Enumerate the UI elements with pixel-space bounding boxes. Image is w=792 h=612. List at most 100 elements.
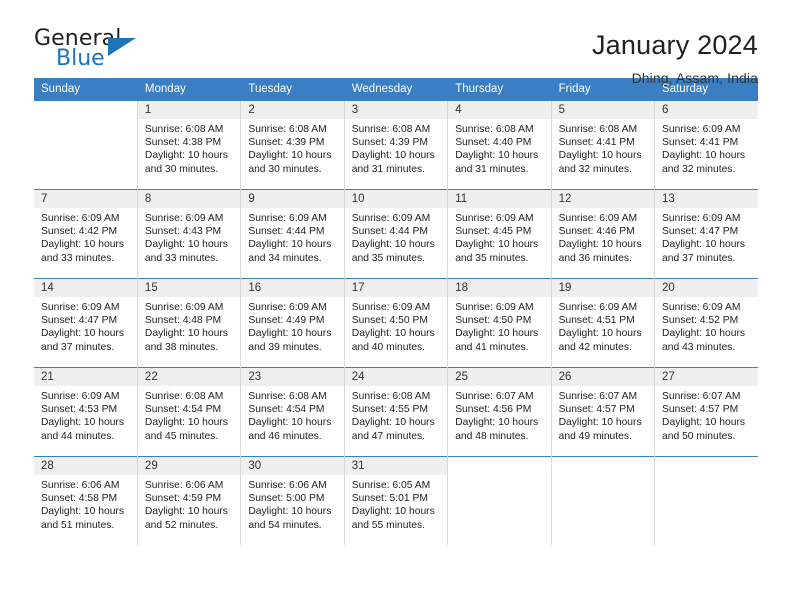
day-details: Sunrise: 6:09 AM Sunset: 4:41 PM Dayligh… [655, 119, 758, 189]
day-details: Sunrise: 6:06 AM Sunset: 4:59 PM Dayligh… [138, 475, 240, 545]
sunrise-text: Sunrise: 6:07 AM [558, 391, 638, 402]
day-cell[interactable]: 23 Sunrise: 6:08 AM Sunset: 4:54 PM Dayl… [240, 367, 345, 457]
day-details: Sunrise: 6:09 AM Sunset: 4:43 PM Dayligh… [138, 208, 240, 278]
day-cell[interactable]: 26 Sunrise: 6:07 AM Sunset: 4:57 PM Dayl… [551, 367, 656, 457]
day-details: Sunrise: 6:09 AM Sunset: 4:52 PM Dayligh… [655, 297, 758, 367]
daylight-text-line1: Daylight: 10 hours [144, 506, 228, 518]
daylight-text-line1: Daylight: 10 hours [41, 506, 124, 518]
day-number: 1 [137, 101, 241, 119]
day-cell[interactable]: 31 Sunrise: 6:05 AM Sunset: 5:01 PM Dayl… [344, 456, 449, 545]
sunset-text: Sunset: 4:56 PM [455, 404, 532, 416]
day-details: Sunrise: 6:09 AM Sunset: 4:44 PM Dayligh… [345, 208, 447, 278]
daylight-text-line2: and 49 minutes. [558, 430, 632, 442]
daylight-text-line1: Daylight: 10 hours [248, 239, 332, 251]
day-number: 10 [344, 190, 448, 208]
day-cell[interactable]: 3 Sunrise: 6:08 AM Sunset: 4:39 PM Dayli… [344, 100, 449, 190]
calendar-week-row: 7 Sunrise: 6:09 AM Sunset: 4:42 PM Dayli… [34, 189, 758, 279]
day-cell[interactable]: 1 Sunrise: 6:08 AM Sunset: 4:38 PM Dayli… [137, 100, 242, 190]
sunset-text: Sunset: 4:48 PM [144, 315, 222, 327]
day-cell[interactable]: 18 Sunrise: 6:09 AM Sunset: 4:50 PM Dayl… [447, 278, 552, 368]
sunrise-text: Sunrise: 6:06 AM [144, 480, 224, 491]
weekday-header-thursday: Thursday [447, 78, 552, 101]
day-details: Sunrise: 6:08 AM Sunset: 4:54 PM Dayligh… [241, 386, 343, 456]
day-details: Sunrise: 6:09 AM Sunset: 4:48 PM Dayligh… [138, 297, 240, 367]
daylight-text-line2: and 40 minutes. [351, 341, 426, 353]
day-details: Sunrise: 6:05 AM Sunset: 5:01 PM Dayligh… [345, 475, 447, 545]
sunrise-text: Sunrise: 6:09 AM [144, 213, 224, 224]
day-details: Sunrise: 6:08 AM Sunset: 4:39 PM Dayligh… [241, 119, 343, 189]
day-number: 19 [551, 279, 655, 297]
calendar-page: General Blue January 2024 Dhing, Assam, … [0, 0, 792, 612]
day-number: 17 [344, 279, 448, 297]
title-block: January 2024 Dhing, Assam, India [592, 28, 758, 86]
sunset-text: Sunset: 4:44 PM [248, 226, 325, 238]
daylight-text-line1: Daylight: 10 hours [662, 239, 746, 251]
daylight-text-line2: and 44 minutes. [41, 430, 115, 442]
daylight-text-line2: and 51 minutes. [41, 519, 115, 531]
day-cell[interactable]: 10 Sunrise: 6:09 AM Sunset: 4:44 PM Dayl… [344, 189, 449, 279]
day-details [655, 475, 758, 545]
day-cell[interactable]: 4 Sunrise: 6:08 AM Sunset: 4:40 PM Dayli… [447, 100, 552, 190]
sunset-text: Sunset: 4:53 PM [41, 404, 118, 416]
sunrise-text: Sunrise: 6:08 AM [455, 124, 534, 135]
day-cell[interactable]: 24 Sunrise: 6:08 AM Sunset: 4:55 PM Dayl… [344, 367, 449, 457]
daylight-text-line2: and 33 minutes. [144, 252, 219, 264]
sunset-text: Sunset: 4:57 PM [662, 404, 739, 416]
day-cell[interactable]: 21 Sunrise: 6:09 AM Sunset: 4:53 PM Dayl… [34, 367, 138, 457]
day-details: Sunrise: 6:09 AM Sunset: 4:47 PM Dayligh… [34, 297, 137, 367]
day-cell[interactable]: 22 Sunrise: 6:08 AM Sunset: 4:54 PM Dayl… [137, 367, 242, 457]
daylight-text-line1: Daylight: 10 hours [144, 150, 228, 162]
day-cell[interactable]: 8 Sunrise: 6:09 AM Sunset: 4:43 PM Dayli… [137, 189, 242, 279]
day-cell[interactable]: 6 Sunrise: 6:09 AM Sunset: 4:41 PM Dayli… [654, 100, 758, 190]
sunrise-text: Sunrise: 6:09 AM [248, 213, 327, 224]
sunrise-text: Sunrise: 6:09 AM [558, 213, 638, 224]
day-number: 12 [551, 190, 655, 208]
day-cell[interactable]: 27 Sunrise: 6:07 AM Sunset: 4:57 PM Dayl… [654, 367, 758, 457]
day-cell[interactable]: 12 Sunrise: 6:09 AM Sunset: 4:46 PM Dayl… [551, 189, 656, 279]
day-cell[interactable] [34, 100, 138, 190]
day-cell[interactable]: 28 Sunrise: 6:06 AM Sunset: 4:58 PM Dayl… [34, 456, 138, 545]
day-cell[interactable]: 15 Sunrise: 6:09 AM Sunset: 4:48 PM Dayl… [137, 278, 242, 368]
day-cell[interactable] [447, 456, 552, 545]
daylight-text-line1: Daylight: 10 hours [558, 417, 642, 429]
daylight-text-line2: and 30 minutes. [144, 163, 219, 175]
day-details: Sunrise: 6:08 AM Sunset: 4:38 PM Dayligh… [138, 119, 240, 189]
day-cell[interactable]: 20 Sunrise: 6:09 AM Sunset: 4:52 PM Dayl… [654, 278, 758, 368]
day-cell[interactable]: 30 Sunrise: 6:06 AM Sunset: 5:00 PM Dayl… [240, 456, 345, 545]
day-details: Sunrise: 6:08 AM Sunset: 4:54 PM Dayligh… [138, 386, 240, 456]
sunrise-text: Sunrise: 6:09 AM [144, 302, 224, 313]
sunset-text: Sunset: 4:41 PM [662, 137, 739, 149]
day-cell[interactable]: 11 Sunrise: 6:09 AM Sunset: 4:45 PM Dayl… [447, 189, 552, 279]
daylight-text-line2: and 35 minutes. [455, 252, 529, 264]
day-cell[interactable]: 9 Sunrise: 6:09 AM Sunset: 4:44 PM Dayli… [240, 189, 345, 279]
day-cell[interactable]: 17 Sunrise: 6:09 AM Sunset: 4:50 PM Dayl… [344, 278, 449, 368]
sunset-text: Sunset: 4:59 PM [144, 493, 222, 505]
day-cell[interactable]: 16 Sunrise: 6:09 AM Sunset: 4:49 PM Dayl… [240, 278, 345, 368]
sunset-text: Sunset: 4:45 PM [455, 226, 532, 238]
sunrise-text: Sunrise: 6:07 AM [662, 391, 741, 402]
day-cell[interactable]: 19 Sunrise: 6:09 AM Sunset: 4:51 PM Dayl… [551, 278, 656, 368]
day-cell[interactable]: 14 Sunrise: 6:09 AM Sunset: 4:47 PM Dayl… [34, 278, 138, 368]
day-number: 3 [344, 101, 448, 119]
day-number: 18 [448, 279, 551, 297]
day-cell[interactable]: 7 Sunrise: 6:09 AM Sunset: 4:42 PM Dayli… [34, 189, 138, 279]
day-cell[interactable]: 29 Sunrise: 6:06 AM Sunset: 4:59 PM Dayl… [137, 456, 242, 545]
daylight-text-line1: Daylight: 10 hours [351, 506, 435, 518]
day-cell[interactable] [551, 456, 656, 545]
daylight-text-line2: and 37 minutes. [41, 341, 115, 353]
day-cell[interactable] [654, 456, 758, 545]
day-cell[interactable]: 2 Sunrise: 6:08 AM Sunset: 4:39 PM Dayli… [240, 100, 345, 190]
day-cell[interactable]: 5 Sunrise: 6:08 AM Sunset: 4:41 PM Dayli… [551, 100, 656, 190]
daylight-text-line1: Daylight: 10 hours [351, 150, 435, 162]
day-details: Sunrise: 6:09 AM Sunset: 4:53 PM Dayligh… [34, 386, 137, 456]
daylight-text-line2: and 38 minutes. [144, 341, 219, 353]
sunrise-text: Sunrise: 6:09 AM [662, 302, 741, 313]
sunrise-text: Sunrise: 6:05 AM [351, 480, 431, 491]
sunset-text: Sunset: 4:40 PM [455, 137, 532, 149]
day-cell[interactable]: 13 Sunrise: 6:09 AM Sunset: 4:47 PM Dayl… [654, 189, 758, 279]
sunrise-text: Sunrise: 6:08 AM [144, 391, 224, 402]
day-number: 22 [137, 368, 241, 386]
day-cell[interactable]: 25 Sunrise: 6:07 AM Sunset: 4:56 PM Dayl… [447, 367, 552, 457]
day-number: 14 [34, 279, 137, 297]
daylight-text-line1: Daylight: 10 hours [351, 417, 435, 429]
